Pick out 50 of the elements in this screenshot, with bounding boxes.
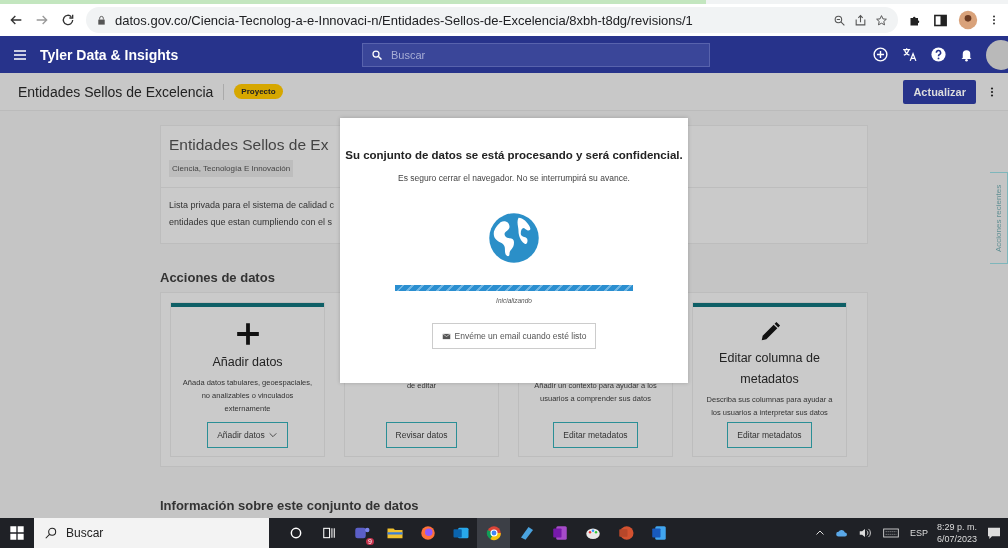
app-title: Tyler Data & Insights	[40, 46, 180, 63]
card-action-button[interactable]: Editar metadatos	[553, 422, 638, 448]
update-button[interactable]: Actualizar	[903, 79, 976, 104]
status-badge: Proyecto	[234, 84, 283, 99]
plus-icon	[234, 321, 261, 347]
chevron-down-icon	[267, 430, 278, 440]
envelope-icon	[441, 331, 451, 341]
search-field[interactable]: Buscar	[362, 42, 710, 67]
circle-icon	[288, 526, 303, 540]
dataset-heading: Entidades Sellos de Ex	[169, 136, 329, 154]
card-action-button[interactable]: Editar metadatos	[727, 422, 812, 448]
star-icon	[875, 13, 888, 27]
search-icon	[44, 526, 58, 540]
lock-icon	[96, 14, 107, 26]
task-view-icon	[321, 526, 336, 540]
plus-circle-icon	[872, 46, 889, 63]
language-indicator[interactable]: ESP	[909, 528, 928, 538]
notifications-icon	[986, 525, 1002, 541]
user-avatar[interactable]	[986, 39, 1008, 70]
email-button[interactable]: Envéme un email cuando esté listo	[431, 323, 597, 349]
zoom-icon	[833, 13, 846, 27]
description-text: entidades que estan cumpliendo con el s	[169, 216, 334, 229]
share-icon	[854, 13, 867, 27]
sidebar-icon	[933, 12, 948, 28]
windows-icon	[9, 525, 25, 541]
dialog-message: Es seguro cerrar el navegador. No se interrumpirá su avance.	[398, 173, 630, 183]
search-icon	[371, 48, 383, 61]
speaker-icon	[857, 526, 872, 540]
description-text: Lista privada para el sistema de calidad c	[169, 199, 336, 212]
taskbar-search-field[interactable]: Buscar	[34, 518, 269, 548]
card-title: Añadir datos	[211, 354, 284, 371]
section-title: Información sobre este conjunto de datos	[160, 498, 420, 513]
taskbar-app[interactable]	[477, 518, 510, 548]
bell-icon	[959, 47, 974, 62]
clock-date: 6/07/2023	[936, 533, 977, 545]
help-icon	[930, 46, 947, 63]
address-bar[interactable]: datos.gov.co/Ciencia-Tecnolog-a-e-Innovaci-n/Entidades-Sellos-de-Excelencia/8xbh-t8dg/revisions/1	[86, 7, 898, 33]
translate-icon	[901, 46, 918, 63]
card-title: Editar columna de metadatos	[718, 350, 821, 388]
card-action-button[interactable]: Revisar datos	[385, 422, 458, 448]
keyboard-icon	[880, 525, 901, 541]
card-action-button[interactable]: Añadir datos	[207, 422, 288, 448]
reload-icon	[60, 12, 76, 28]
section-title: Acciones de datos	[160, 270, 276, 285]
dataset-title: Entidades Sellos de Excelencia	[18, 83, 225, 100]
avatar-icon	[958, 10, 978, 30]
category-tag: Ciencia, Tecnología E Innovación	[169, 160, 294, 177]
dialog-title: Su conjunto de datos se está procesando y será confidencial.	[345, 149, 683, 161]
clock-time: 8:29 p. m.	[936, 521, 977, 533]
globe-icon	[487, 211, 541, 265]
